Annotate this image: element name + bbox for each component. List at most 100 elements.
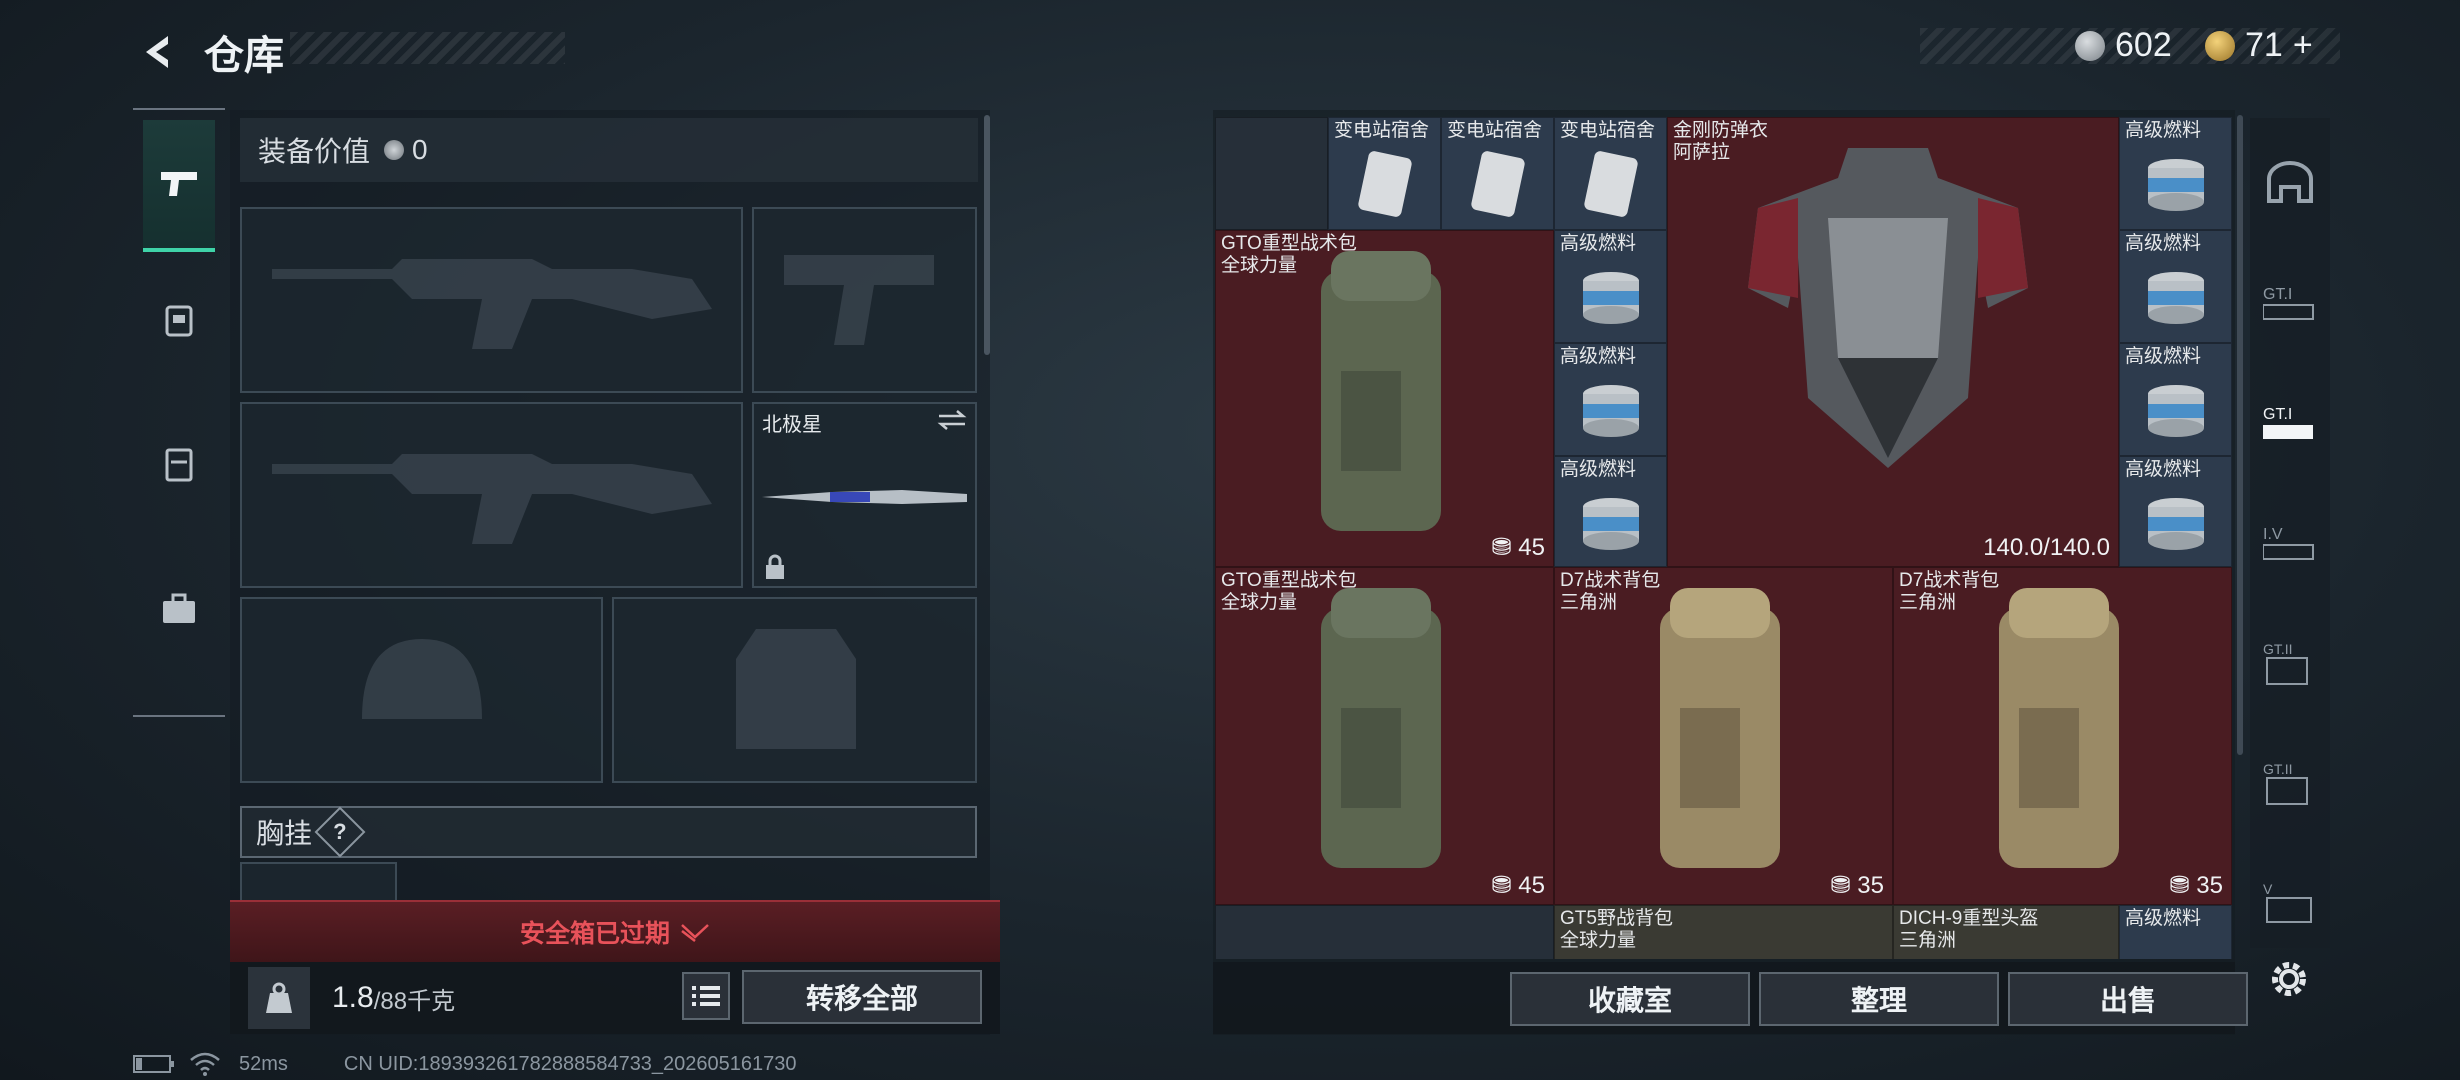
vault-icon bbox=[2267, 161, 2313, 203]
side-tab-v[interactable]: V bbox=[2258, 858, 2322, 948]
item-name: 高级燃料 bbox=[2125, 233, 2202, 254]
side-tab-gt1[interactable]: GT.I bbox=[2258, 258, 2322, 348]
title-stripe bbox=[290, 32, 565, 64]
fuel-item[interactable]: 高级燃料 bbox=[1554, 456, 1667, 567]
sell-button[interactable]: 出售 bbox=[2008, 972, 2248, 1026]
gt-ii-b-icon: GT.II bbox=[2263, 761, 2308, 805]
gt-i-selected-icon: GT.I bbox=[2263, 406, 2313, 439]
gold-currency[interactable]: 71 + bbox=[2205, 26, 2313, 65]
gear-icon bbox=[2272, 962, 2306, 996]
storage-side-tabs: GT.I GT.I I.V GT.II GT.II V bbox=[2250, 118, 2330, 948]
equipment-value-label: 装备价值 bbox=[258, 136, 371, 167]
chest-rig-label: 胸挂 bbox=[256, 818, 313, 849]
gold-coin-icon bbox=[2205, 30, 2235, 61]
side-tab-gt2b[interactable]: GT.II bbox=[2258, 738, 2322, 828]
fuel-item[interactable]: 高级燃料 bbox=[1554, 343, 1667, 456]
empty-cell[interactable] bbox=[1215, 905, 1554, 959]
storage-footer: 收藏室 整理 出售 bbox=[1213, 962, 2248, 1034]
fuel-item[interactable]: 高级燃料 bbox=[2119, 905, 2232, 959]
armor-item[interactable]: 金刚防弹衣 阿萨拉 140.0/140.0 bbox=[1667, 117, 2142, 567]
fuel-can-icon bbox=[2148, 159, 2204, 211]
item-name: GT5野战背包 全球力量 bbox=[1560, 908, 1673, 951]
secondary-weapon-slot[interactable] bbox=[240, 402, 743, 588]
uid-text: CN UID:189393261782888584733_20260516173… bbox=[343, 1052, 797, 1075]
helmet-silhouette-icon bbox=[362, 639, 482, 719]
item-name: DICH-9重型头盔 三角洲 bbox=[1899, 908, 2039, 951]
backpack-item[interactable]: GTO重型战术包 全球力量 ⛃ 45 bbox=[1215, 230, 1554, 567]
helmet-slot[interactable] bbox=[240, 597, 603, 783]
tab-armor[interactable] bbox=[143, 255, 215, 383]
svg-text:I.V: I.V bbox=[2263, 526, 2283, 543]
silver-amount: 602 bbox=[2115, 26, 2172, 64]
fuel-can-icon bbox=[1583, 272, 1639, 324]
fuel-item[interactable]: 高级燃料 bbox=[2119, 343, 2232, 456]
silver-coin-icon bbox=[2075, 30, 2105, 61]
item-name: 变电站宿舍 bbox=[1334, 120, 1430, 141]
item-name: 高级燃料 bbox=[1560, 233, 1637, 254]
safebox-expired-banner[interactable]: 安全箱已过期 bbox=[230, 900, 1000, 962]
back-button[interactable] bbox=[130, 24, 186, 80]
tab-case[interactable] bbox=[143, 545, 215, 673]
weight-max: /88千克 bbox=[373, 987, 456, 1015]
tab-weapons[interactable] bbox=[143, 120, 215, 252]
item-name: 高级燃料 bbox=[2125, 120, 2202, 141]
empty-cell[interactable] bbox=[1215, 117, 1328, 230]
item-name: D7战术背包 三角洲 bbox=[1560, 570, 1661, 613]
body-armor-slot[interactable] bbox=[612, 597, 977, 783]
side-tab-iv[interactable]: I.V bbox=[2258, 498, 2322, 588]
silver-currency[interactable]: 602 bbox=[2075, 26, 2172, 65]
pistol-slot[interactable] bbox=[752, 207, 977, 393]
side-tab-gt2[interactable]: GT.II bbox=[2258, 618, 2322, 708]
weight-icon bbox=[248, 967, 310, 1029]
backpack-item[interactable]: GTO重型战术包 全球力量 ⛃ 45 bbox=[1215, 567, 1554, 905]
list-view-button[interactable] bbox=[682, 972, 730, 1020]
side-tab-gt1-selected[interactable]: GT.I bbox=[2258, 378, 2322, 468]
key-item[interactable]: 变电站宿舍 bbox=[1328, 117, 1441, 230]
plus-icon[interactable]: + bbox=[2293, 26, 2313, 65]
fuel-item[interactable]: 高级燃料 bbox=[2119, 117, 2232, 230]
key-item[interactable]: 变电站宿舍 bbox=[1554, 117, 1667, 230]
backpack-icon bbox=[1321, 588, 1441, 868]
chest-rig-row[interactable]: 胸挂 ? bbox=[240, 806, 977, 858]
transfer-all-button[interactable]: 转移全部 bbox=[742, 970, 982, 1024]
backpack-item[interactable]: GT5野战背包 全球力量 bbox=[1554, 905, 1893, 959]
svg-text:V: V bbox=[2263, 881, 2273, 897]
gold-amount: 71 bbox=[2245, 26, 2283, 64]
tab-backpack[interactable] bbox=[143, 400, 215, 528]
organize-button[interactable]: 整理 bbox=[1759, 972, 1999, 1026]
fuel-can-icon bbox=[1583, 498, 1639, 550]
helmet-item[interactable]: DICH-9重型头盔 三角洲 bbox=[1893, 905, 2119, 959]
item-name: 高级燃料 bbox=[2125, 908, 2202, 929]
gt-ii-icon: GT.II bbox=[2263, 641, 2308, 685]
safebox-expired-text: 安全箱已过期 bbox=[519, 920, 670, 948]
help-icon[interactable]: ? bbox=[314, 806, 366, 858]
iv-icon: I.V bbox=[2263, 526, 2314, 560]
equipment-scrollbar[interactable] bbox=[984, 115, 990, 355]
rifle-silhouette-icon bbox=[272, 259, 712, 349]
item-name: 变电站宿舍 bbox=[1447, 120, 1543, 141]
collection-room-button[interactable]: 收藏室 bbox=[1510, 972, 1750, 1026]
primary-weapon-slot[interactable] bbox=[240, 207, 743, 393]
backpack-item[interactable]: D7战术背包 三角洲 ⛃ 35 bbox=[1554, 567, 1893, 905]
chest-rig-slot[interactable] bbox=[240, 862, 397, 902]
backpack-icon bbox=[1999, 588, 2119, 868]
item-name: 高级燃料 bbox=[2125, 459, 2202, 480]
side-tab-home[interactable] bbox=[2258, 138, 2322, 228]
key-item[interactable]: 变电站宿舍 bbox=[1441, 117, 1554, 230]
melee-slot[interactable]: 北极星 bbox=[752, 402, 977, 588]
pistol-icon bbox=[161, 172, 197, 196]
rifle-silhouette-icon bbox=[272, 454, 712, 544]
backpack-item[interactable]: D7战术背包 三角洲 ⛃ 35 bbox=[1893, 567, 2232, 905]
settings-button[interactable] bbox=[2264, 954, 2314, 1004]
briefcase-icon bbox=[163, 593, 195, 623]
fuel-item[interactable]: 高级燃料 bbox=[2119, 456, 2232, 567]
item-name: 高级燃料 bbox=[2125, 346, 2202, 367]
backpack-capacity: ⛃ 35 bbox=[2169, 872, 2223, 899]
chevron-down-icon bbox=[681, 924, 709, 942]
fuel-item[interactable]: 高级燃料 bbox=[2119, 230, 2232, 343]
lock-icon bbox=[766, 554, 784, 579]
fuel-item[interactable]: 高级燃料 bbox=[1554, 230, 1667, 343]
bag-icon bbox=[165, 448, 193, 482]
equipment-value: 0 bbox=[412, 134, 428, 165]
storage-scrollbar[interactable] bbox=[2237, 115, 2243, 755]
